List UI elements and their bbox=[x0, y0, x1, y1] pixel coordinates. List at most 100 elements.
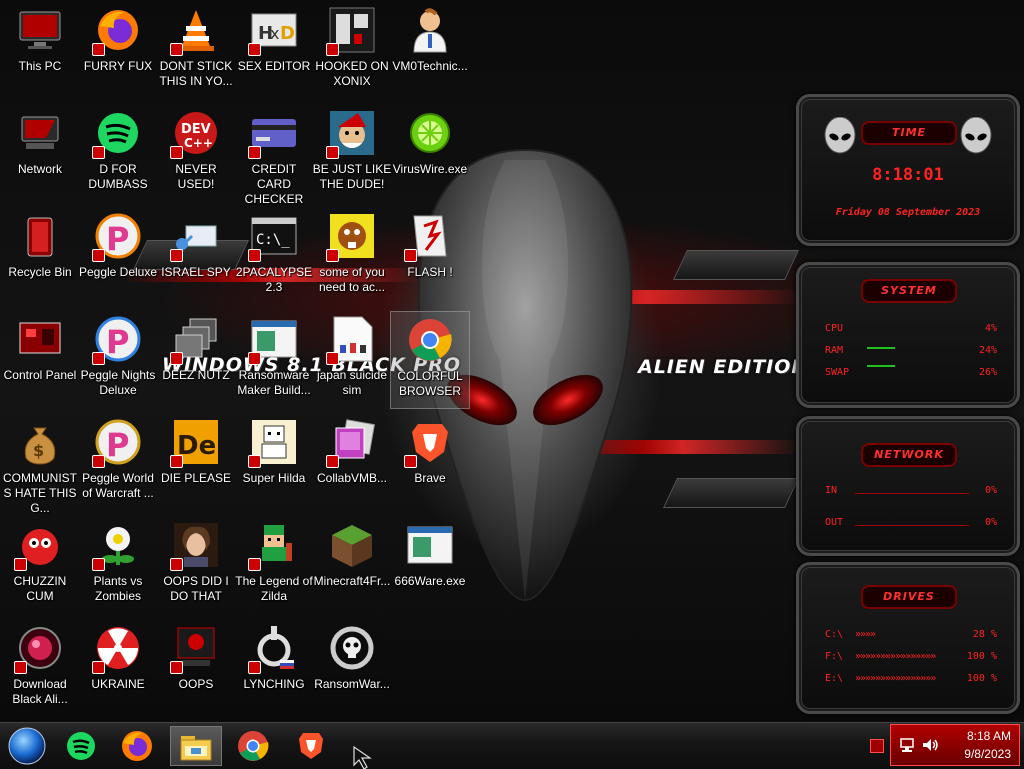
desktop-icon-label: HOOKED ON XONIX bbox=[315, 59, 389, 88]
clock-time[interactable]: 8:18 AM bbox=[967, 729, 1011, 743]
drive-row-label: C:\ bbox=[825, 629, 844, 640]
system-usage-graph bbox=[867, 347, 895, 349]
start-orb-icon bbox=[8, 727, 46, 765]
chuzzle-icon bbox=[14, 521, 64, 571]
desktop-icon-dont-stick[interactable]: DONT STICK THIS IN YO... bbox=[156, 2, 236, 100]
desktop-icon-666ware[interactable]: 666Ware.exe bbox=[390, 517, 470, 615]
desktop-icon-label: RansomWar... bbox=[314, 677, 390, 691]
drive-row-label: F:\ bbox=[825, 651, 844, 662]
taskbar-spotify-button[interactable] bbox=[56, 726, 106, 766]
drive-e-row: E:\ »»»»»»»»»»»»»»»» 100 % bbox=[825, 673, 997, 684]
desktop-icon-ransomware-maker[interactable]: Ransomware Maker Build... bbox=[234, 311, 314, 409]
desktop-icon-legend-of-zilda[interactable]: The Legend of Zilda bbox=[234, 517, 314, 615]
svg-text:C++: C++ bbox=[184, 136, 213, 150]
desktop-icon-collabvmb[interactable]: CollabVMB... bbox=[312, 414, 392, 512]
desktop-icon-credit-card-checker[interactable]: CREDIT CARD CHECKER bbox=[234, 105, 314, 206]
network-gadget[interactable]: NETWORK IN 0% OUT 0% bbox=[796, 416, 1020, 556]
desktop-icon-peggle-world-of-warcraft[interactable]: P Peggle World of Warcraft ... bbox=[78, 414, 158, 512]
recycle-bin-icon bbox=[16, 212, 64, 260]
desktop-icon-communists[interactable]: $ COMMUNISTS HATE THIS G... bbox=[0, 414, 80, 515]
skull-ring-icon bbox=[328, 624, 376, 672]
system-usage-graph bbox=[867, 365, 895, 367]
app-window-icon bbox=[406, 521, 454, 569]
drive-arrows: »»»»»»»»»»»»»»»» bbox=[855, 673, 936, 684]
desktop-icon-oops[interactable]: OOPS bbox=[156, 620, 236, 718]
desktop-icon-recycle-bin[interactable]: Recycle Bin bbox=[0, 208, 80, 306]
peggle-icon: P bbox=[92, 315, 142, 365]
desktop-icon-hooked-on-xonix[interactable]: HOOKED ON XONIX bbox=[312, 2, 392, 100]
desktop-icon-brave[interactable]: Brave bbox=[390, 414, 470, 512]
time-gadget[interactable]: TIME 8:18:01 Friday 08 September 2023 bbox=[796, 94, 1020, 246]
desktop-icon-label: DEEZ NUTZ bbox=[162, 368, 230, 382]
desktop-icon-lynching[interactable]: LYNCHING bbox=[234, 620, 314, 718]
desktop-icon-control-panel[interactable]: Control Panel bbox=[0, 311, 80, 409]
taskbar-file-explorer-button[interactable] bbox=[170, 726, 222, 766]
volume-icon[interactable] bbox=[921, 737, 939, 753]
minecraft-icon bbox=[328, 521, 376, 569]
start-button[interactable] bbox=[2, 726, 52, 766]
brave-icon bbox=[404, 418, 454, 468]
system-gadget[interactable]: SYSTEM CPU 4% RAM 24% SWAP 26% bbox=[796, 262, 1020, 408]
desktop-icon-label: D FOR DUMBASS bbox=[88, 162, 148, 191]
desktop-icon-label: COMMUNISTS HATE THIS G... bbox=[3, 471, 77, 515]
desktop-icon-israel-spy[interactable]: ISRAEL SPY bbox=[156, 208, 236, 306]
desktop-icon-chuzzin-cum[interactable]: CHUZZIN CUM bbox=[0, 517, 80, 615]
desktop-icon-super-hilda[interactable]: Super Hilda bbox=[234, 414, 314, 512]
show-hidden-icons-button[interactable] bbox=[870, 739, 884, 753]
brave-icon bbox=[299, 733, 323, 759]
desktop-icon-minecraft4fr[interactable]: Minecraft4Fr... bbox=[312, 517, 392, 615]
desktop-icon-flash[interactable]: FLASH ! bbox=[390, 208, 470, 306]
desktop-icon-oops-did-i-do-that[interactable]: OOPS DID I DO THAT bbox=[156, 517, 236, 615]
desktop-icon-never-used[interactable]: DEV C++ NEVER USED! bbox=[156, 105, 236, 203]
svg-text:P: P bbox=[106, 220, 129, 258]
desktop-icon-peggle-deluxe[interactable]: P Peggle Deluxe bbox=[78, 208, 158, 306]
network-out-graph bbox=[855, 525, 969, 526]
desktop-icon-label: Control Panel bbox=[3, 368, 77, 382]
desktop-icon-be-just-like-the-dude[interactable]: BE JUST LIKE THE DUDE! bbox=[312, 105, 392, 203]
firefox-icon bbox=[122, 731, 152, 761]
desktop-icon-ukraine[interactable]: UKRAINE bbox=[78, 620, 158, 718]
taskbar-firefox-button[interactable] bbox=[112, 726, 162, 766]
time-gadget-title: TIME bbox=[861, 121, 957, 145]
desktop-icon-deez-nutz[interactable]: DEEZ NUTZ bbox=[156, 311, 236, 409]
network-status-icon[interactable] bbox=[899, 737, 915, 753]
desktop-icon-vm0technic[interactable]: VM0Technic... bbox=[390, 2, 470, 100]
system-row-label: SWAP bbox=[825, 367, 850, 378]
taskbar bbox=[0, 722, 1024, 769]
desktop-icon-some-of-you[interactable]: some of you need to ac... bbox=[312, 208, 392, 306]
desktop-icon-network[interactable]: Network bbox=[0, 105, 80, 203]
desktop-icon-2pacalypse[interactable]: C:\_ 2PACALYPSE 2.3 bbox=[234, 208, 314, 306]
system-gadget-title: SYSTEM bbox=[861, 279, 957, 303]
desktop-icon-viruswire[interactable]: VirusWire.exe bbox=[390, 105, 470, 203]
network-row-label: OUT bbox=[825, 517, 844, 528]
chrome-icon bbox=[406, 316, 454, 364]
desktop-icon-label: Peggle Deluxe bbox=[78, 265, 158, 279]
desktop-icon-ransomwar[interactable]: RansomWar... bbox=[312, 620, 392, 718]
zelda-icon bbox=[248, 521, 298, 571]
system-cpu-row: CPU 4% bbox=[825, 323, 997, 334]
desktop-icon-download-black-alien[interactable]: Download Black Ali... bbox=[0, 620, 80, 718]
desktop-icon-japan-suicide-sim[interactable]: japan suicide sim bbox=[312, 311, 392, 409]
desktop-icon-plants-vs-zombies[interactable]: Plants vs Zombies bbox=[78, 517, 158, 615]
desktop-icon-this-pc[interactable]: This PC bbox=[0, 2, 80, 100]
taskbar-chrome-button[interactable] bbox=[228, 726, 278, 766]
clock-date[interactable]: 9/8/2023 bbox=[964, 747, 1011, 761]
system-ram-row: RAM 24% bbox=[825, 345, 997, 356]
desktop-icon-colorful-browser[interactable]: COLORFUL BROWSER bbox=[390, 311, 470, 409]
desktop-icon-label: OOPS bbox=[178, 677, 214, 691]
desktop-icon-d-for-dumbass[interactable]: D FOR DUMBASS bbox=[78, 105, 158, 203]
desktop-icon-sex-editor[interactable]: HxD SEX EDITOR bbox=[234, 2, 314, 100]
spotify-icon bbox=[92, 109, 142, 159]
control-panel-icon bbox=[16, 315, 64, 363]
taskbar-brave-button[interactable] bbox=[286, 726, 336, 766]
desktop-icon-label: Ransomware Maker Build... bbox=[237, 368, 311, 397]
desktop-icon-label: FURRY FUX bbox=[83, 59, 153, 73]
system-row-label: CPU bbox=[825, 323, 844, 334]
drives-gadget[interactable]: DRIVES C:\ »»»» 28 % F:\ »»»»»»»»»»»»»»»… bbox=[796, 562, 1020, 714]
desktop-icon-label: DONT STICK THIS IN YO... bbox=[159, 59, 233, 88]
desktop-icon-furry-fux[interactable]: FURRY FUX bbox=[78, 2, 158, 100]
desktop-icon-peggle-nights-deluxe[interactable]: P Peggle Nights Deluxe bbox=[78, 311, 158, 409]
desktop-icon-die-please[interactable]: De DIE PLEASE bbox=[156, 414, 236, 512]
dev-cpp-icon: DEV C++ bbox=[170, 109, 220, 159]
desktop-icon-label: UKRAINE bbox=[91, 677, 145, 691]
